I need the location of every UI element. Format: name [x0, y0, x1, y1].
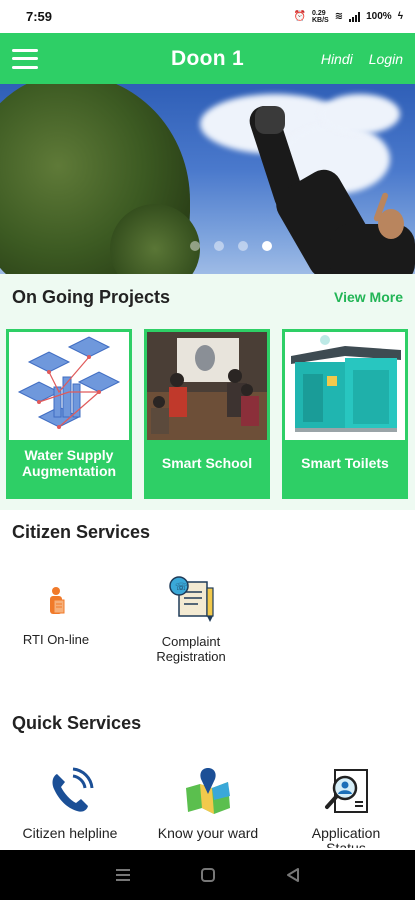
- ongoing-projects-section: On Going Projects View More Water Supply…: [0, 274, 415, 510]
- project-card-label: Smart Toilets: [301, 455, 389, 471]
- service-citizen-helpline[interactable]: Citizen helpline: [8, 766, 132, 841]
- carousel-dot-active[interactable]: [262, 241, 272, 251]
- service-know-your-ward[interactable]: Know your ward name: [140, 766, 276, 841]
- service-rti-online[interactable]: RTI On-line: [6, 582, 106, 647]
- system-nav-bar: [0, 850, 415, 900]
- service-label: RTI On-line: [22, 632, 90, 647]
- smart-school-photo: [147, 332, 267, 440]
- service-label: Know your ward name: [157, 826, 259, 841]
- service-complaint-registration[interactable]: ☏ Complaint Registration: [140, 574, 242, 664]
- banner-carousel[interactable]: [0, 84, 415, 274]
- carousel-dots: [190, 241, 272, 251]
- banner-cloud: [320, 94, 400, 134]
- banner-person: [255, 106, 285, 134]
- home-icon[interactable]: [193, 860, 223, 890]
- charging-icon: ϟ: [397, 11, 403, 22]
- signal-icon: [349, 11, 361, 22]
- alarm-icon: ⏰: [293, 11, 306, 22]
- status-icons: ⏰ 0.29 KB/S ≋ 100% ϟ: [294, 10, 403, 24]
- net-speed: 0.29 KB/S: [312, 9, 329, 24]
- water-supply-illustration: [9, 332, 129, 440]
- project-card-water-supply[interactable]: Water Supply Augmentation: [6, 329, 132, 499]
- back-icon[interactable]: [278, 860, 308, 890]
- recent-apps-icon[interactable]: [108, 860, 138, 890]
- service-label: Complaint Registration: [156, 634, 226, 664]
- citizen-services-title: Citizen Services: [12, 522, 151, 542]
- service-label: Application Status: [311, 826, 381, 848]
- section-title: On Going Projects: [12, 286, 171, 307]
- project-card-label: Smart School: [161, 455, 253, 471]
- banner-person: [378, 209, 404, 239]
- rti-document-icon: [50, 587, 65, 614]
- battery-level: 100%: [366, 11, 392, 22]
- app-bar: Doon 1 Hindi Login: [0, 33, 415, 84]
- wifi-icon: ≋: [334, 11, 344, 22]
- project-card-smart-toilets[interactable]: Smart Toilets: [282, 329, 408, 499]
- hindi-link[interactable]: Hindi: [321, 51, 353, 67]
- project-card-smart-school[interactable]: Smart School: [144, 329, 270, 499]
- complaint-registration-icon: ☏: [169, 576, 214, 622]
- application-search-icon: [325, 769, 368, 813]
- status-bar: 7:59 ⏰ 0.29 KB/S ≋ 100% ϟ: [0, 0, 415, 33]
- quick-services-title: Quick Services: [12, 713, 142, 733]
- map-pin-icon: [186, 768, 230, 814]
- phone-icon: [52, 767, 94, 812]
- smart-toilet-illustration: [285, 332, 405, 440]
- service-label: Citizen helpline: [22, 825, 118, 841]
- project-card-label: Water Supply Augmentation: [21, 447, 117, 479]
- status-time: 7:59: [26, 9, 53, 24]
- menu-icon[interactable]: [12, 48, 38, 69]
- carousel-dot[interactable]: [238, 241, 248, 251]
- login-link[interactable]: Login: [369, 51, 403, 67]
- carousel-dot[interactable]: [190, 241, 200, 251]
- svg-text:☏: ☏: [175, 582, 188, 593]
- view-more-link[interactable]: View More: [334, 289, 403, 305]
- carousel-dot[interactable]: [214, 241, 224, 251]
- service-application-status[interactable]: Application Status: [290, 766, 402, 848]
